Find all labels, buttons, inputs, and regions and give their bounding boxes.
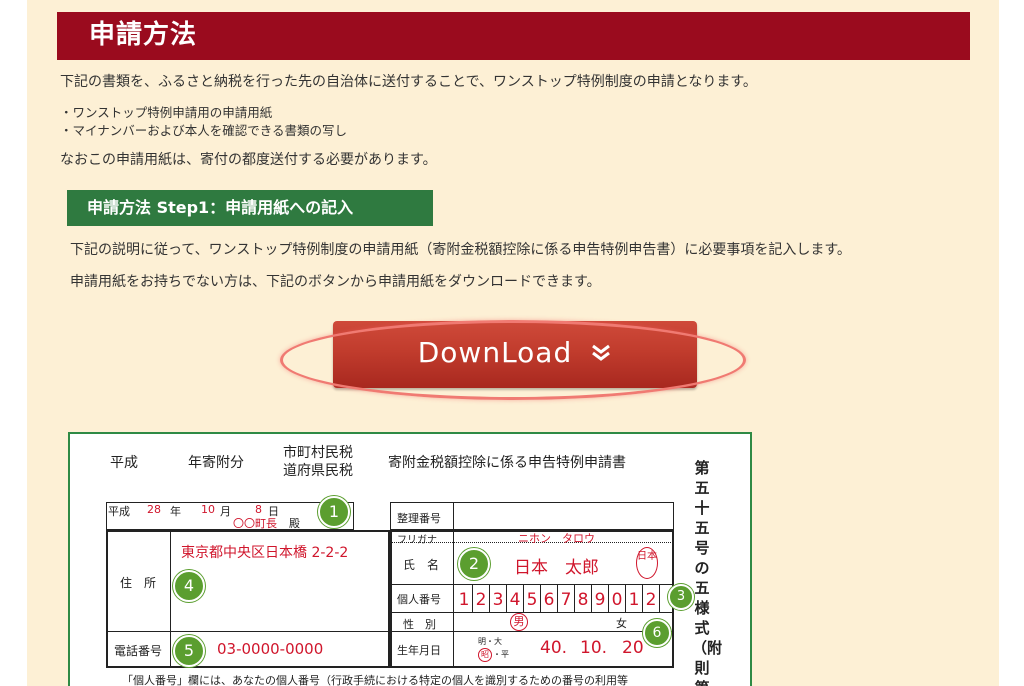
- sex-female: 女: [616, 617, 627, 630]
- number-digit: 1: [628, 590, 640, 610]
- intro-text: 下記の書類を、ふるさと納税を行った先の自治体に送付することで、ワンストップ特例制…: [60, 74, 757, 90]
- sex-male-circled: 男: [510, 613, 528, 631]
- callout-badge-1: 1: [318, 496, 350, 528]
- era-options-top: 明・大: [478, 637, 502, 646]
- number-digit: 0: [611, 590, 623, 610]
- callout-badge-3: 3: [668, 584, 694, 610]
- seiri-label: 整理番号: [397, 512, 441, 525]
- furigana-value: ニホン タロウ: [518, 532, 595, 545]
- step1-description: 下記の説明に従って、ワンストップ特例制度の申請用紙（寄附金税額控除に係る申告特例…: [70, 242, 851, 258]
- birth-day: 20: [622, 638, 644, 658]
- date-year: 28: [147, 503, 161, 516]
- number-digit: 9: [594, 590, 606, 610]
- date-month: 10: [201, 503, 215, 516]
- furigana-label: フリガナ: [397, 535, 437, 546]
- form-era: 平成: [110, 455, 138, 471]
- number-digit: 1: [458, 590, 470, 610]
- date-year-unit: 年: [170, 505, 181, 518]
- note-text: なおこの申請用紙は、寄付の都度送付する必要があります。: [60, 152, 437, 168]
- number-digit: 4: [509, 590, 521, 610]
- number-digit: 7: [560, 590, 572, 610]
- phone-value: 03-0000-0000: [217, 640, 324, 658]
- date-month-unit: 月: [220, 505, 231, 518]
- name-label: 氏 名: [403, 558, 440, 572]
- number-digit: 3: [492, 590, 504, 610]
- callout-badge-5: 5: [173, 635, 205, 667]
- form-footer-note: 「個人番号」欄には、あなたの個人番号（行政手続における特定の個人を識別するための…: [122, 674, 628, 686]
- sample-application-form: 平成 年寄附分 市町村民税 道府県民税 寄附金税額控除に係る申告特例申請書 第五…: [68, 432, 752, 686]
- step1-title: 申請方法 Step1：申請用紙への記入: [67, 190, 433, 226]
- era-selected: 昭: [478, 648, 492, 662]
- section-title: 申請方法: [57, 12, 970, 60]
- birth-month: 10.: [580, 638, 608, 658]
- seal-stamp: 日本: [636, 547, 658, 579]
- addressee: 〇〇町長: [233, 517, 277, 530]
- document-item-2: ・マイナンバーおよび本人を確認できる書類の写し: [60, 123, 348, 138]
- address-label: 住 所: [120, 576, 157, 590]
- number-digit: 5: [526, 590, 538, 610]
- number-digit: 2: [475, 590, 487, 610]
- address-value: 東京都中央区日本橋 2-2-2: [181, 545, 349, 561]
- era-options-bottom: ・平: [493, 650, 509, 659]
- callout-badge-4: 4: [173, 570, 205, 602]
- form-tax-prefectural: 道府県民税: [283, 463, 353, 479]
- date-era: 平成: [108, 505, 130, 518]
- page-background: 申請方法 下記の書類を、ふるさと納税を行った先の自治体に送付することで、ワンスト…: [27, 0, 999, 686]
- birth-year: 40.: [540, 638, 568, 658]
- addressee-suffix: 殿: [289, 517, 300, 530]
- number-digit: 8: [577, 590, 589, 610]
- number-digit: 6: [543, 590, 555, 610]
- step1-download-hint: 申請用紙をお持ちでない方は、下記のボタンから申請用紙をダウンロードできます。: [70, 274, 601, 290]
- number-digit: 2: [645, 590, 657, 610]
- phone-label: 電話番号: [114, 644, 163, 658]
- document-item-1: ・ワンストップ特例申請用の申請用紙: [60, 105, 273, 120]
- name-value: 日本 太郎: [514, 558, 599, 578]
- birth-label: 生年月日: [397, 644, 441, 657]
- form-tax-municipal: 市町村民税: [283, 445, 353, 461]
- form-title: 寄附金税額控除に係る申告特例申請書: [388, 455, 626, 471]
- callout-badge-2: 2: [458, 548, 490, 580]
- callout-badge-6: 6: [643, 619, 671, 647]
- seibetsu-label: 性 別: [403, 618, 436, 631]
- highlight-ellipse: [280, 320, 746, 400]
- kojin-label: 個人番号: [397, 593, 441, 606]
- form-year-label: 年寄附分: [188, 455, 244, 471]
- form-side-title: 第五十五号の五様式（附則第: [692, 459, 723, 686]
